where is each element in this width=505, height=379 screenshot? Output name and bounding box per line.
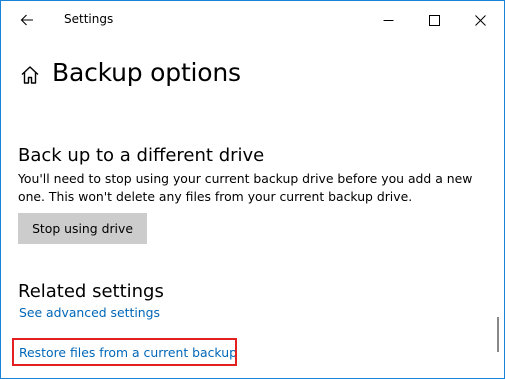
backup-description: You'll need to stop using your current b… (18, 171, 473, 204)
settings-window: Settings Backup options Back up to a dif… (0, 0, 505, 379)
backup-section-heading: Back up to a different drive (18, 145, 265, 166)
minimize-button[interactable] (365, 1, 411, 39)
related-settings-heading: Related settings (18, 281, 164, 302)
home-icon[interactable] (19, 64, 41, 86)
close-icon (474, 11, 486, 30)
scrollbar-thumb[interactable] (497, 317, 499, 352)
title-bar: Settings (1, 1, 504, 39)
back-button[interactable] (9, 5, 45, 35)
highlight-annotation (12, 338, 237, 366)
app-title: Settings (64, 12, 114, 26)
minimize-icon (383, 11, 394, 30)
see-advanced-settings-link[interactable]: See advanced settings (19, 305, 160, 320)
back-arrow-icon (20, 11, 34, 30)
maximize-button[interactable] (411, 1, 457, 39)
stop-using-drive-button[interactable]: Stop using drive (18, 213, 147, 244)
page-title: Backup options (52, 58, 241, 87)
maximize-icon (428, 11, 440, 30)
close-button[interactable] (457, 1, 503, 39)
